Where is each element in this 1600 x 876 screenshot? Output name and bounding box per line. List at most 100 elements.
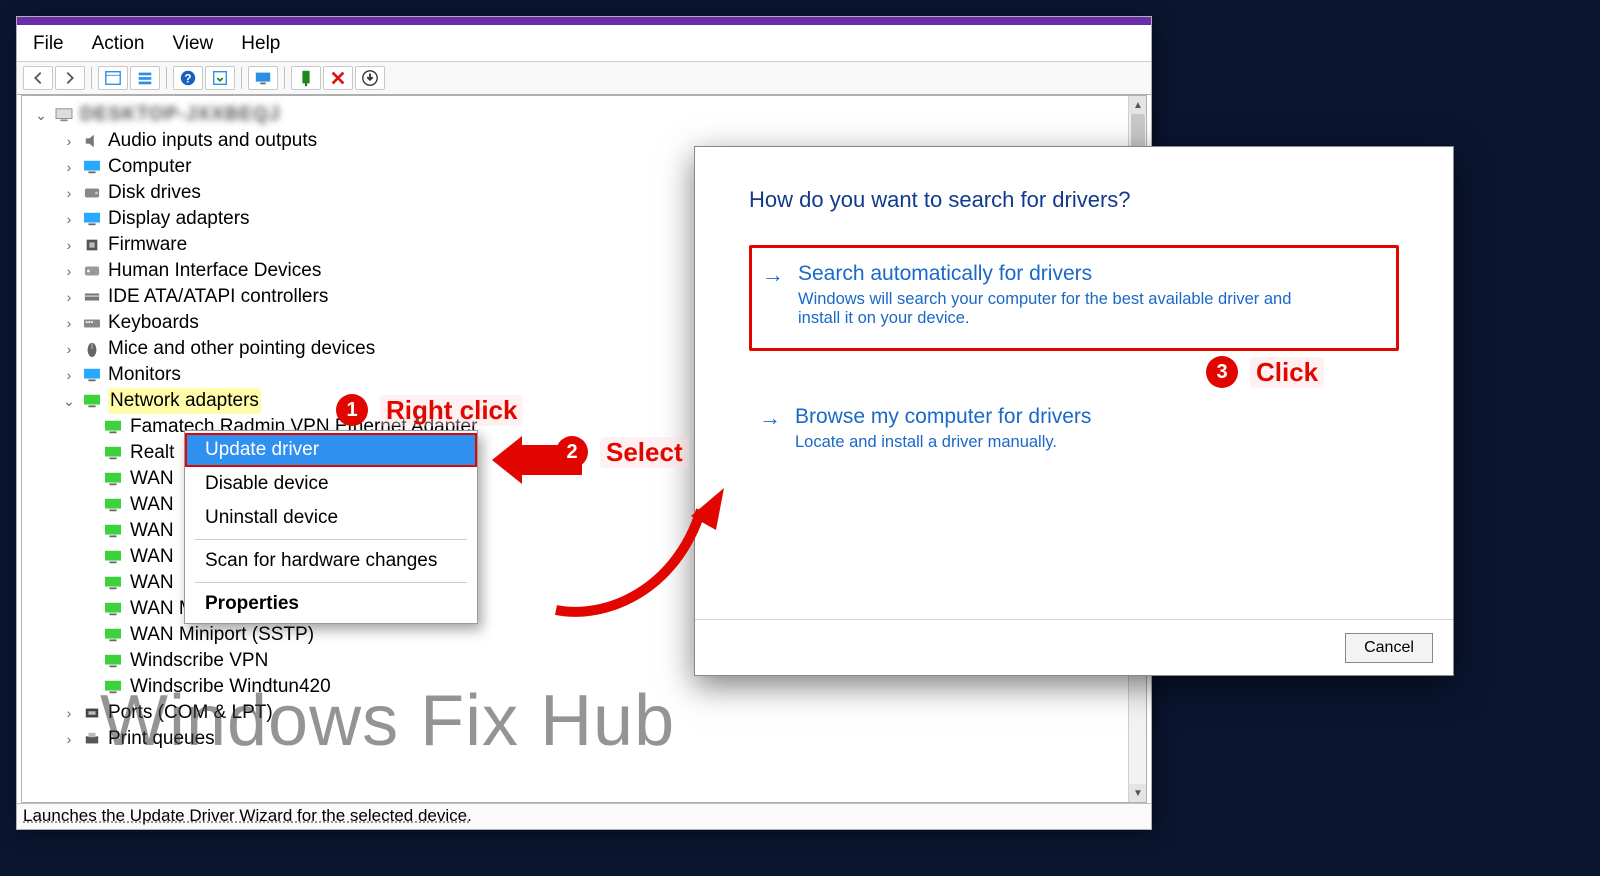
option-browse-computer[interactable]: → Browse my computer for drivers Locate …: [749, 391, 1399, 472]
device-label: Windscribe VPN: [130, 648, 268, 674]
ctx-properties[interactable]: Properties: [185, 587, 477, 621]
expand-caret[interactable]: ›: [62, 154, 76, 180]
category-label: Disk drives: [108, 180, 201, 206]
expand-caret[interactable]: ›: [62, 258, 76, 284]
expand-caret[interactable]: ›: [62, 336, 76, 362]
disk-icon: [82, 184, 102, 202]
mouse-icon: [82, 340, 102, 358]
delete-icon[interactable]: [323, 66, 353, 90]
arrow-icon: →: [759, 405, 781, 431]
svg-text:?: ?: [184, 73, 191, 86]
keyboard-icon: [82, 314, 102, 332]
annotation-label: Click: [1250, 357, 1324, 388]
annotation-1: 1 Right click: [336, 394, 523, 426]
category-print-queues[interactable]: › Print queues: [30, 726, 1146, 752]
category-label: Computer: [108, 154, 191, 180]
option-desc: Locate and install a driver manually.: [795, 433, 1335, 452]
status-text: Launches the Update Driver Wizard for th…: [23, 806, 472, 825]
annotation-3: 3 Click: [1206, 356, 1324, 388]
device-label: Windscribe Windtun420: [130, 674, 331, 700]
ctx-disable-device[interactable]: Disable device: [185, 467, 477, 501]
printer-icon: [82, 730, 102, 748]
expand-caret[interactable]: ›: [62, 232, 76, 258]
monitor-icon: [82, 158, 102, 176]
chip-icon: [82, 236, 102, 254]
monitor-icon: [82, 210, 102, 228]
menu-view[interactable]: View: [172, 33, 213, 55]
category-ports[interactable]: › Ports (COM & LPT): [30, 700, 1146, 726]
annotation-number: 1: [336, 394, 368, 426]
details-icon[interactable]: [98, 66, 128, 90]
ctx-update-driver[interactable]: Update driver: [185, 433, 477, 467]
forward-button[interactable]: [55, 66, 85, 90]
network-adapter-icon: [102, 626, 124, 644]
scan-icon[interactable]: [291, 66, 321, 90]
scroll-up-button[interactable]: ▲: [1129, 96, 1147, 114]
device-item[interactable]: Windscribe Windtun420: [30, 674, 1146, 700]
expand-caret[interactable]: ›: [62, 180, 76, 206]
cancel-button[interactable]: Cancel: [1345, 633, 1433, 663]
device-label: WAN: [130, 570, 174, 596]
annotation-label: Select: [600, 437, 689, 468]
category-label: Keyboards: [108, 310, 199, 336]
network-adapter-icon: [102, 678, 124, 696]
arrow-icon: →: [762, 262, 784, 288]
network-adapter-icon: [102, 444, 124, 462]
category-label: Audio inputs and outputs: [108, 128, 317, 154]
back-button[interactable]: [23, 66, 53, 90]
network-icon: [82, 392, 102, 410]
window-titlebar[interactable]: [17, 17, 1151, 25]
category-label: Firmware: [108, 232, 187, 258]
device-label: WAN: [130, 518, 174, 544]
context-menu: Update driver Disable device Uninstall d…: [184, 430, 478, 624]
network-adapter-icon: [102, 470, 124, 488]
update-driver-dialog: How do you want to search for drivers? →…: [694, 146, 1454, 676]
expand-caret[interactable]: ›: [62, 362, 76, 388]
collapse-caret[interactable]: ⌄: [62, 388, 76, 414]
device-label: WAN: [130, 544, 174, 570]
network-adapter-icon: [102, 652, 124, 670]
category-label: Monitors: [108, 362, 181, 388]
monitor-icon[interactable]: [248, 66, 278, 90]
scroll-down-button[interactable]: ▼: [1129, 784, 1147, 802]
annotation-label: Right click: [380, 395, 523, 426]
refresh-icon[interactable]: [205, 66, 235, 90]
device-label: Realt: [130, 440, 174, 466]
monitor-icon: [82, 366, 102, 384]
hid-icon: [82, 262, 102, 280]
expand-caret[interactable]: ⌄: [34, 102, 48, 128]
menu-action[interactable]: Action: [92, 33, 145, 55]
menu-file[interactable]: File: [33, 33, 64, 55]
network-adapter-icon: [102, 548, 124, 566]
option-search-automatically[interactable]: → Search automatically for drivers Windo…: [749, 245, 1399, 351]
ctx-scan-hardware[interactable]: Scan for hardware changes: [185, 544, 477, 578]
help-icon[interactable]: ?: [173, 66, 203, 90]
network-adapter-icon: [102, 418, 124, 436]
download-icon[interactable]: [355, 66, 385, 90]
category-label: Ports (COM & LPT): [108, 700, 273, 726]
option-title: Browse my computer for drivers: [795, 405, 1381, 429]
expand-caret[interactable]: ›: [62, 726, 76, 752]
list-icon[interactable]: [130, 66, 160, 90]
toolbar: ?: [17, 62, 1151, 95]
category-label: Display adapters: [108, 206, 250, 232]
network-adapter-icon: [102, 574, 124, 592]
category-label: IDE ATA/ATAPI controllers: [108, 284, 328, 310]
root-computer-name: DESKTOP-JXXBEQJ: [80, 102, 280, 128]
port-icon: [82, 704, 102, 722]
option-title: Search automatically for drivers: [798, 262, 1378, 286]
network-adapter-icon: [102, 522, 124, 540]
category-label: Human Interface Devices: [108, 258, 321, 284]
ctx-uninstall-device[interactable]: Uninstall device: [185, 501, 477, 535]
category-label: Print queues: [108, 726, 215, 752]
annotation-number: 3: [1206, 356, 1238, 388]
expand-caret[interactable]: ›: [62, 700, 76, 726]
expand-caret[interactable]: ›: [62, 128, 76, 154]
expand-caret[interactable]: ›: [62, 206, 76, 232]
dialog-heading: How do you want to search for drivers?: [749, 187, 1399, 213]
expand-caret[interactable]: ›: [62, 284, 76, 310]
status-bar: Launches the Update Driver Wizard for th…: [17, 803, 1151, 829]
device-label: WAN: [130, 466, 174, 492]
expand-caret[interactable]: ›: [62, 310, 76, 336]
menu-help[interactable]: Help: [241, 33, 280, 55]
